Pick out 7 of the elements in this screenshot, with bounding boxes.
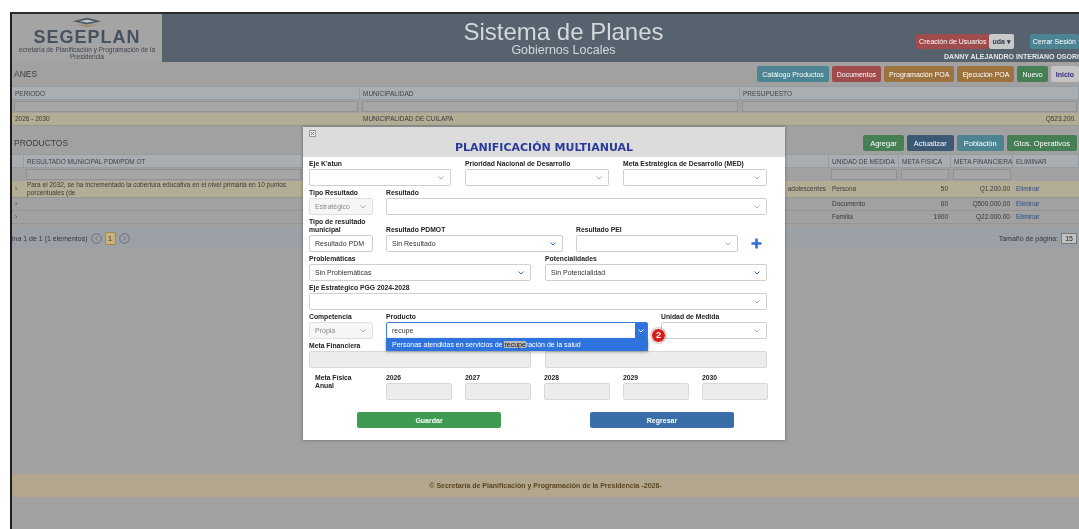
logo-text: SEGEPLAN: [33, 27, 141, 46]
section-title: ANES: [13, 69, 38, 79]
app-subtitle: Gobiernos Locales: [511, 43, 616, 57]
dialog-title: PLANIFICACIÓN MULTIANUAL: [454, 141, 634, 154]
step-badge: 2: [651, 328, 666, 343]
app-title: Sistema de Planes: [463, 19, 664, 44]
section-title: PRODUCTOS: [13, 138, 69, 148]
